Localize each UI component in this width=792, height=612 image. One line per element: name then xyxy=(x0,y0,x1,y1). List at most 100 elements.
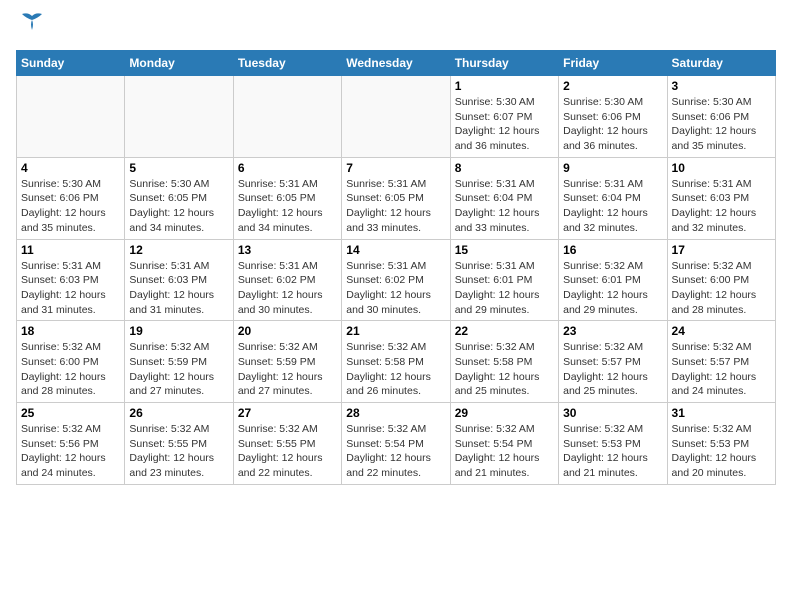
calendar-cell: 30 Sunrise: 5:32 AMSunset: 5:53 PMDaylig… xyxy=(559,403,667,485)
calendar-cell xyxy=(342,76,450,158)
day-header-saturday: Saturday xyxy=(667,51,775,76)
day-number: 3 xyxy=(672,79,771,93)
calendar-cell: 27 Sunrise: 5:32 AMSunset: 5:55 PMDaylig… xyxy=(233,403,341,485)
day-number: 13 xyxy=(238,243,337,257)
day-number: 17 xyxy=(672,243,771,257)
calendar-header-row: SundayMondayTuesdayWednesdayThursdayFrid… xyxy=(17,51,776,76)
day-number: 5 xyxy=(129,161,228,175)
calendar-cell: 16 Sunrise: 5:32 AMSunset: 6:01 PMDaylig… xyxy=(559,239,667,321)
day-number: 22 xyxy=(455,324,554,338)
day-info: Sunrise: 5:31 AMSunset: 6:03 PMDaylight:… xyxy=(129,260,214,316)
day-number: 11 xyxy=(21,243,120,257)
day-info: Sunrise: 5:32 AMSunset: 5:55 PMDaylight:… xyxy=(129,423,214,479)
day-info: Sunrise: 5:30 AMSunset: 6:06 PMDaylight:… xyxy=(672,96,757,152)
day-number: 29 xyxy=(455,406,554,420)
day-number: 27 xyxy=(238,406,337,420)
day-number: 18 xyxy=(21,324,120,338)
calendar-cell: 31 Sunrise: 5:32 AMSunset: 5:53 PMDaylig… xyxy=(667,403,775,485)
day-number: 7 xyxy=(346,161,445,175)
calendar-cell: 28 Sunrise: 5:32 AMSunset: 5:54 PMDaylig… xyxy=(342,403,450,485)
day-header-sunday: Sunday xyxy=(17,51,125,76)
day-number: 23 xyxy=(563,324,662,338)
day-info: Sunrise: 5:32 AMSunset: 6:00 PMDaylight:… xyxy=(21,341,106,397)
calendar-cell: 18 Sunrise: 5:32 AMSunset: 6:00 PMDaylig… xyxy=(17,321,125,403)
day-info: Sunrise: 5:32 AMSunset: 5:59 PMDaylight:… xyxy=(129,341,214,397)
calendar-cell: 4 Sunrise: 5:30 AMSunset: 6:06 PMDayligh… xyxy=(17,157,125,239)
day-number: 10 xyxy=(672,161,771,175)
calendar-cell: 11 Sunrise: 5:31 AMSunset: 6:03 PMDaylig… xyxy=(17,239,125,321)
calendar-cell: 1 Sunrise: 5:30 AMSunset: 6:07 PMDayligh… xyxy=(450,76,558,158)
day-info: Sunrise: 5:32 AMSunset: 5:57 PMDaylight:… xyxy=(563,341,648,397)
calendar-cell: 3 Sunrise: 5:30 AMSunset: 6:06 PMDayligh… xyxy=(667,76,775,158)
day-info: Sunrise: 5:30 AMSunset: 6:07 PMDaylight:… xyxy=(455,96,540,152)
calendar-cell: 24 Sunrise: 5:32 AMSunset: 5:57 PMDaylig… xyxy=(667,321,775,403)
logo xyxy=(16,16,46,42)
day-number: 21 xyxy=(346,324,445,338)
day-number: 19 xyxy=(129,324,228,338)
day-info: Sunrise: 5:31 AMSunset: 6:05 PMDaylight:… xyxy=(238,178,323,234)
calendar-cell: 5 Sunrise: 5:30 AMSunset: 6:05 PMDayligh… xyxy=(125,157,233,239)
day-info: Sunrise: 5:32 AMSunset: 5:54 PMDaylight:… xyxy=(455,423,540,479)
day-info: Sunrise: 5:32 AMSunset: 5:59 PMDaylight:… xyxy=(238,341,323,397)
day-info: Sunrise: 5:32 AMSunset: 5:57 PMDaylight:… xyxy=(672,341,757,397)
day-info: Sunrise: 5:32 AMSunset: 5:58 PMDaylight:… xyxy=(346,341,431,397)
calendar-week-3: 18 Sunrise: 5:32 AMSunset: 6:00 PMDaylig… xyxy=(17,321,776,403)
day-number: 9 xyxy=(563,161,662,175)
calendar-cell: 7 Sunrise: 5:31 AMSunset: 6:05 PMDayligh… xyxy=(342,157,450,239)
day-number: 24 xyxy=(672,324,771,338)
day-info: Sunrise: 5:32 AMSunset: 6:01 PMDaylight:… xyxy=(563,260,648,316)
day-info: Sunrise: 5:32 AMSunset: 5:53 PMDaylight:… xyxy=(672,423,757,479)
day-number: 2 xyxy=(563,79,662,93)
page-header xyxy=(16,16,776,42)
day-info: Sunrise: 5:31 AMSunset: 6:03 PMDaylight:… xyxy=(21,260,106,316)
calendar-cell: 10 Sunrise: 5:31 AMSunset: 6:03 PMDaylig… xyxy=(667,157,775,239)
calendar-cell: 29 Sunrise: 5:32 AMSunset: 5:54 PMDaylig… xyxy=(450,403,558,485)
calendar-week-1: 4 Sunrise: 5:30 AMSunset: 6:06 PMDayligh… xyxy=(17,157,776,239)
day-info: Sunrise: 5:31 AMSunset: 6:03 PMDaylight:… xyxy=(672,178,757,234)
day-info: Sunrise: 5:30 AMSunset: 6:06 PMDaylight:… xyxy=(563,96,648,152)
day-info: Sunrise: 5:31 AMSunset: 6:05 PMDaylight:… xyxy=(346,178,431,234)
day-info: Sunrise: 5:32 AMSunset: 5:58 PMDaylight:… xyxy=(455,341,540,397)
calendar-week-4: 25 Sunrise: 5:32 AMSunset: 5:56 PMDaylig… xyxy=(17,403,776,485)
day-number: 8 xyxy=(455,161,554,175)
day-number: 12 xyxy=(129,243,228,257)
day-number: 26 xyxy=(129,406,228,420)
calendar-cell: 13 Sunrise: 5:31 AMSunset: 6:02 PMDaylig… xyxy=(233,239,341,321)
day-info: Sunrise: 5:31 AMSunset: 6:01 PMDaylight:… xyxy=(455,260,540,316)
calendar-cell xyxy=(17,76,125,158)
calendar-cell xyxy=(233,76,341,158)
calendar-cell: 8 Sunrise: 5:31 AMSunset: 6:04 PMDayligh… xyxy=(450,157,558,239)
calendar-cell: 14 Sunrise: 5:31 AMSunset: 6:02 PMDaylig… xyxy=(342,239,450,321)
day-info: Sunrise: 5:32 AMSunset: 5:54 PMDaylight:… xyxy=(346,423,431,479)
calendar-week-2: 11 Sunrise: 5:31 AMSunset: 6:03 PMDaylig… xyxy=(17,239,776,321)
calendar-cell: 19 Sunrise: 5:32 AMSunset: 5:59 PMDaylig… xyxy=(125,321,233,403)
calendar-cell: 17 Sunrise: 5:32 AMSunset: 6:00 PMDaylig… xyxy=(667,239,775,321)
logo-bird-icon xyxy=(18,12,46,32)
calendar-cell: 9 Sunrise: 5:31 AMSunset: 6:04 PMDayligh… xyxy=(559,157,667,239)
calendar-cell: 2 Sunrise: 5:30 AMSunset: 6:06 PMDayligh… xyxy=(559,76,667,158)
calendar-cell: 6 Sunrise: 5:31 AMSunset: 6:05 PMDayligh… xyxy=(233,157,341,239)
calendar-cell: 12 Sunrise: 5:31 AMSunset: 6:03 PMDaylig… xyxy=(125,239,233,321)
calendar-cell: 20 Sunrise: 5:32 AMSunset: 5:59 PMDaylig… xyxy=(233,321,341,403)
calendar-cell: 22 Sunrise: 5:32 AMSunset: 5:58 PMDaylig… xyxy=(450,321,558,403)
calendar-cell: 25 Sunrise: 5:32 AMSunset: 5:56 PMDaylig… xyxy=(17,403,125,485)
day-number: 16 xyxy=(563,243,662,257)
calendar-cell: 23 Sunrise: 5:32 AMSunset: 5:57 PMDaylig… xyxy=(559,321,667,403)
day-info: Sunrise: 5:32 AMSunset: 6:00 PMDaylight:… xyxy=(672,260,757,316)
day-info: Sunrise: 5:32 AMSunset: 5:53 PMDaylight:… xyxy=(563,423,648,479)
day-info: Sunrise: 5:30 AMSunset: 6:05 PMDaylight:… xyxy=(129,178,214,234)
day-info: Sunrise: 5:32 AMSunset: 5:55 PMDaylight:… xyxy=(238,423,323,479)
day-number: 6 xyxy=(238,161,337,175)
day-number: 25 xyxy=(21,406,120,420)
day-number: 15 xyxy=(455,243,554,257)
day-info: Sunrise: 5:32 AMSunset: 5:56 PMDaylight:… xyxy=(21,423,106,479)
day-number: 20 xyxy=(238,324,337,338)
day-header-wednesday: Wednesday xyxy=(342,51,450,76)
calendar-cell: 26 Sunrise: 5:32 AMSunset: 5:55 PMDaylig… xyxy=(125,403,233,485)
day-info: Sunrise: 5:31 AMSunset: 6:04 PMDaylight:… xyxy=(563,178,648,234)
day-info: Sunrise: 5:31 AMSunset: 6:04 PMDaylight:… xyxy=(455,178,540,234)
calendar-table: SundayMondayTuesdayWednesdayThursdayFrid… xyxy=(16,50,776,485)
day-info: Sunrise: 5:31 AMSunset: 6:02 PMDaylight:… xyxy=(346,260,431,316)
day-header-friday: Friday xyxy=(559,51,667,76)
day-info: Sunrise: 5:30 AMSunset: 6:06 PMDaylight:… xyxy=(21,178,106,234)
